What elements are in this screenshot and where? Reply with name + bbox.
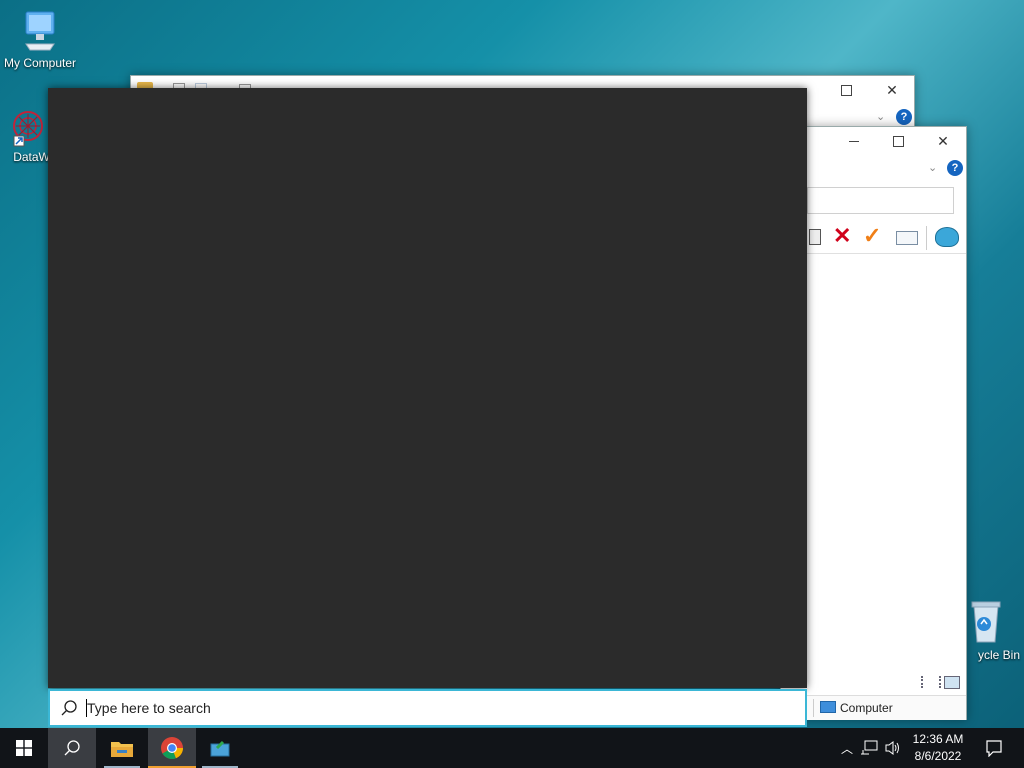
taskbar: ︿ 12:36 AM 8/6/2022	[0, 728, 1024, 768]
app-button[interactable]	[196, 728, 244, 768]
chevron-down-icon[interactable]: ⌄	[876, 110, 885, 123]
window-front[interactable]: ✕ ⌄ ? ✕ ✓ Computer	[780, 126, 967, 720]
notification-icon	[986, 740, 1002, 757]
computer-icon	[820, 701, 836, 713]
search-icon	[61, 700, 77, 716]
app-icon	[210, 740, 230, 757]
desktop-icon-label: My Computer	[3, 56, 77, 70]
volume-icon[interactable]	[884, 740, 902, 756]
search-icon	[64, 740, 80, 756]
email-icon[interactable]	[896, 231, 918, 245]
search-flyout-panel	[48, 88, 807, 688]
windows-logo-icon	[16, 740, 32, 756]
chevron-up-icon[interactable]: ︿	[838, 740, 856, 757]
status-bar: Computer	[781, 695, 966, 720]
clock-time: 12:36 AM	[912, 732, 964, 746]
search-input[interactable]	[87, 700, 587, 716]
clock-date: 8/6/2022	[914, 749, 962, 763]
delete-icon[interactable]: ✕	[833, 223, 851, 249]
datawag-icon	[13, 111, 43, 147]
globe-icon[interactable]	[935, 227, 959, 247]
close-icon: ✕	[886, 81, 898, 98]
maximize-icon	[840, 84, 852, 96]
status-computer-label: Computer	[840, 701, 893, 715]
clock[interactable]: 12:36 AM 8/6/2022	[906, 731, 970, 765]
maximize-icon	[892, 135, 904, 147]
chrome-button[interactable]	[148, 728, 196, 768]
toolbar: ✕ ✓	[781, 223, 966, 254]
chrome-icon	[161, 737, 183, 759]
chevron-down-icon[interactable]: ⌄	[928, 161, 937, 174]
status-divider	[813, 699, 814, 717]
image-view-icon[interactable]	[944, 676, 960, 689]
close-button[interactable]: ✕	[920, 127, 966, 155]
network-icon[interactable]	[860, 740, 878, 756]
system-tray: ︿	[838, 728, 902, 768]
help-icon[interactable]: ?	[947, 160, 963, 176]
computer-icon	[25, 11, 55, 51]
checkmark-icon[interactable]: ✓	[863, 223, 881, 249]
minimize-icon	[849, 140, 859, 142]
maximize-button[interactable]	[875, 127, 921, 155]
close-button[interactable]: ✕	[869, 76, 915, 104]
list-view-icon[interactable]	[921, 676, 941, 688]
search-button[interactable]	[48, 728, 96, 768]
taskbar-search-box[interactable]	[48, 689, 807, 727]
start-button[interactable]	[0, 728, 48, 768]
desktop-icon-my-computer[interactable]: My Computer	[0, 10, 80, 70]
file-explorer-button[interactable]	[98, 728, 146, 768]
folder-icon	[111, 742, 133, 757]
notifications-button[interactable]	[970, 728, 1018, 768]
toolbar-divider	[926, 226, 927, 250]
maximize-button[interactable]	[823, 76, 869, 104]
close-icon: ✕	[937, 132, 949, 149]
address-bar[interactable]	[807, 187, 954, 214]
minimize-button[interactable]	[831, 127, 877, 155]
clipboard-icon[interactable]	[809, 229, 821, 245]
recycle-bin-icon	[971, 601, 1001, 643]
help-icon[interactable]: ?	[896, 109, 912, 125]
